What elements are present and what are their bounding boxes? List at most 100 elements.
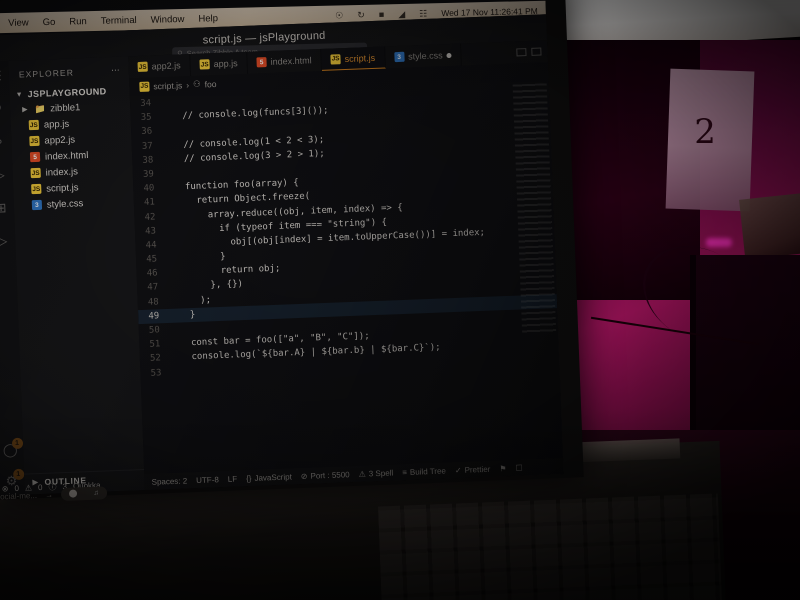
more-actions-icon[interactable]: ⋯: [111, 65, 121, 76]
battery-icon[interactable]: ■: [379, 9, 385, 19]
line-number: 46: [146, 268, 158, 280]
bell-icon: ☐: [515, 463, 523, 473]
menu-item-go[interactable]: Go: [43, 16, 56, 27]
html-file-icon: 5: [256, 57, 267, 68]
dock-app-label: social-me...: [0, 490, 38, 502]
line-number: 35: [140, 112, 152, 124]
status-notifications[interactable]: ☐: [515, 463, 523, 472]
accounts-icon[interactable]: ◯ 1: [1, 437, 23, 459]
explorer-icon[interactable]: ☰: [0, 67, 5, 85]
js-file-icon: JS: [31, 183, 42, 195]
menu-item-terminal[interactable]: Terminal: [101, 15, 137, 27]
js-file-icon: JS: [28, 119, 40, 131]
editor-area: JS app2.js JS app.js 5 index.html JS scr…: [128, 40, 564, 491]
tab-app2-js[interactable]: JS app2.js: [128, 53, 192, 79]
line-number: 52: [149, 353, 162, 365]
tab-style-css[interactable]: 3 style.css: [384, 43, 462, 69]
flag-icon: ⚑: [499, 463, 507, 473]
explorer-title: EXPLORER: [18, 66, 75, 80]
breadcrumb-symbol[interactable]: foo: [204, 78, 216, 88]
status-live-server[interactable]: ⊘ Port : 5500: [301, 470, 350, 481]
editor-actions[interactable]: [516, 40, 548, 63]
menu-item-window[interactable]: Window: [151, 13, 185, 25]
menu-item-view[interactable]: View: [8, 17, 29, 28]
css-file-icon: 3: [31, 199, 43, 211]
dropbox-icon[interactable]: ☉: [335, 10, 343, 21]
tab-label: app.js: [213, 58, 238, 70]
status-label: Port : 5500: [310, 469, 350, 481]
line-number: 53: [150, 367, 162, 379]
sync-icon[interactable]: ↻: [357, 9, 365, 20]
file-label: app2.js: [44, 133, 76, 147]
js-file-icon: JS: [139, 81, 150, 92]
status-build-tree[interactable]: ≡ Build Tree: [402, 466, 446, 477]
menu-item-help[interactable]: Help: [198, 13, 218, 24]
status-remote-indicator[interactable]: ⚑: [499, 464, 507, 473]
laptop-keyboard: [378, 493, 722, 600]
vscode-window: script.js — jsPlayground ⚲ Search Zibble…: [0, 14, 564, 496]
html-file-icon: 5: [29, 151, 41, 163]
breadcrumb-file[interactable]: script.js: [153, 80, 182, 91]
line-number: 47: [147, 282, 159, 294]
status-prettier[interactable]: ✓ Prettier: [455, 464, 491, 474]
background-led-light: [706, 238, 732, 247]
vscode-body: ☰ ⚲ ⚭ ▷ ⊞ ▷ ◯ 1 ⚙ 1 EXPLORER ⋯ ▼ JSPLAYG…: [0, 40, 564, 496]
file-label: index.html: [44, 149, 89, 163]
tab-index-html[interactable]: 5 index.html: [247, 48, 323, 74]
tab-label: script.js: [344, 52, 376, 64]
line-text: }: [168, 309, 196, 321]
file-label: index.js: [45, 165, 79, 179]
chevron-right-icon: ▶: [22, 106, 28, 114]
js-file-icon: JS: [29, 135, 40, 147]
line-number: 34: [140, 98, 152, 109]
chevron-down-icon: ▼: [15, 90, 24, 99]
css-file-icon: 3: [393, 51, 405, 63]
status-spell-checker[interactable]: ⚠ 3 Spell: [358, 468, 393, 478]
tabs-spacer: [461, 41, 517, 65]
line-number: 50: [148, 325, 161, 336]
unsaved-indicator-dot: [446, 52, 452, 58]
run-debug-icon[interactable]: ▷: [0, 166, 9, 184]
file-tree-item-style-css[interactable]: 3 style.css: [14, 193, 135, 214]
line-number: 43: [144, 226, 157, 237]
broadcast-icon: ⊘: [300, 471, 308, 481]
line-number: 38: [142, 155, 154, 166]
file-label: script.js: [46, 181, 79, 195]
status-label: 3 Spell: [368, 467, 394, 478]
background-papers: [739, 192, 800, 260]
symbol-method-icon: ⚇: [192, 78, 201, 89]
testing-icon[interactable]: ▷: [0, 232, 11, 250]
laptop-screen: n View Go Run Terminal Window Help ☉ ↻ ■…: [0, 0, 564, 496]
status-label: Prettier: [464, 464, 491, 475]
line-number: 44: [145, 240, 157, 251]
wifi-icon[interactable]: ◢: [398, 8, 405, 19]
tab-app-js[interactable]: JS app.js: [190, 51, 249, 76]
line-number: 45: [146, 254, 158, 265]
headphones-icon: ♫: [93, 489, 99, 497]
settings-badge: 1: [12, 468, 24, 481]
search-icon[interactable]: ⚲: [0, 100, 6, 118]
status-label: Build Tree: [409, 465, 447, 477]
line-number: 42: [144, 211, 156, 223]
tree-icon: ≡: [402, 467, 408, 477]
tab-script-js[interactable]: JS script.js: [321, 46, 386, 71]
dock-media-pill[interactable]: ♫: [60, 485, 108, 501]
js-file-icon: JS: [330, 53, 341, 65]
source-control-icon[interactable]: ⚭: [0, 133, 7, 151]
accounts-badge: 1: [11, 437, 23, 450]
menu-item-run[interactable]: Run: [69, 16, 87, 27]
line-number: 37: [141, 141, 153, 152]
tab-label: index.html: [270, 55, 312, 67]
code-editor[interactable]: 34 35 // console.log(funcs[3]()); 36 37 …: [130, 79, 563, 474]
more-editor-actions-icon[interactable]: [531, 47, 542, 56]
line-number: 49: [148, 311, 160, 322]
file-label: zibble1: [50, 101, 81, 114]
line-text: }, {}): [166, 279, 244, 293]
line-number: 36: [141, 126, 153, 138]
extensions-icon[interactable]: ⊞: [0, 199, 10, 217]
split-editor-icon[interactable]: [516, 48, 527, 57]
control-center-icon[interactable]: ☷: [419, 8, 427, 19]
dock-arrow-icon: →: [44, 489, 54, 500]
line-number: 48: [147, 296, 159, 308]
explorer-sidebar: EXPLORER ⋯ ▼ JSPLAYGROUND ▶ 📁 zibble1 JS: [8, 56, 145, 495]
